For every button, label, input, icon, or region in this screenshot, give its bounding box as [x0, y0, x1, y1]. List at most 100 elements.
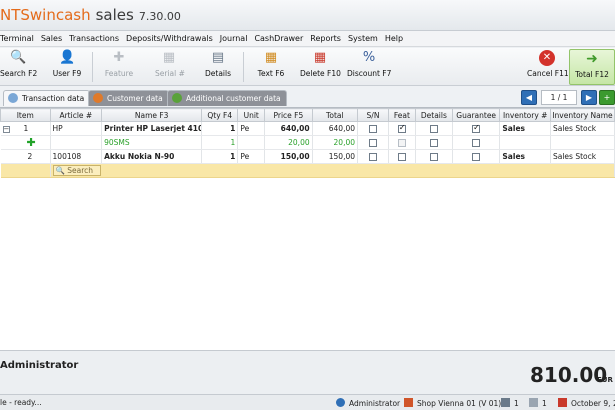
- previous-page-button[interactable]: ◀: [521, 90, 537, 105]
- feat-checkbox[interactable]: [397, 153, 406, 161]
- guarantee-checkbox[interactable]: [472, 153, 481, 161]
- page-indicator: 1 / 1: [541, 90, 577, 105]
- col-unit[interactable]: Unit: [237, 108, 266, 122]
- col-total[interactable]: Total: [311, 108, 359, 122]
- customer-icon: [93, 93, 103, 103]
- sn-checkbox[interactable]: [368, 153, 377, 161]
- cancel-button[interactable]: ✕ Cancel F11: [527, 50, 569, 84]
- shop-icon: [404, 398, 413, 407]
- unit-cell: [237, 135, 266, 150]
- menu-deposits-withdrawals[interactable]: Deposits/Withdrawals: [126, 34, 217, 43]
- menu-reports[interactable]: Reports: [310, 34, 345, 43]
- details-checkbox[interactable]: [429, 139, 438, 147]
- details-checkbox[interactable]: [429, 125, 438, 133]
- search-icon: 🔍: [10, 50, 27, 65]
- status-user-label: Administrator: [349, 399, 401, 408]
- tabs-row: Transaction data Customer data Additiona…: [0, 88, 615, 107]
- feature-button[interactable]: ✚ Feature: [104, 50, 134, 84]
- col-price[interactable]: Price F5: [264, 108, 313, 122]
- col-feat[interactable]: Feat: [387, 108, 416, 122]
- user-button[interactable]: 👤 User F9: [52, 50, 82, 84]
- feat-cell: [388, 149, 416, 164]
- col-inventory-name[interactable]: Inventory Name: [549, 108, 615, 122]
- arrow-right-icon: ▶: [585, 93, 593, 102]
- guarantee-cell: [452, 121, 501, 136]
- plus-icon[interactable]: ✚: [27, 137, 37, 148]
- serial-button[interactable]: ▦ Serial #: [155, 50, 185, 84]
- search-field-label: Search: [67, 166, 94, 175]
- menu-system[interactable]: System: [348, 34, 382, 43]
- details-checkbox[interactable]: [429, 153, 438, 161]
- price-cell: 640,00: [264, 121, 313, 136]
- menu-journal[interactable]: Journal: [220, 34, 252, 43]
- text-button[interactable]: ▦ Text F6: [256, 50, 286, 84]
- col-details[interactable]: Details: [414, 108, 453, 122]
- summary-panel: Administrator 810.00 EUR: [0, 350, 615, 394]
- title-bar: NTSwincash sales 7.30.00: [0, 0, 615, 31]
- col-guarantee[interactable]: Guarantee: [451, 108, 501, 122]
- unit-cell: Pe: [237, 121, 266, 136]
- guarantee-checkbox[interactable]: [472, 123, 481, 133]
- discount-button[interactable]: % Discount F7: [347, 50, 391, 84]
- table-header: Item Article # Name F3 Qty F4 Unit Price…: [0, 108, 615, 122]
- status-count-2-label: 1: [542, 399, 547, 408]
- toolbar-separator: [92, 52, 93, 82]
- details-button[interactable]: ▤ Details: [204, 50, 232, 84]
- status-count-2: 1: [529, 398, 547, 408]
- collapse-icon[interactable]: −: [2, 126, 10, 133]
- user-icon: 👤: [59, 50, 76, 65]
- grand-total: 810.00: [530, 363, 608, 387]
- total-button[interactable]: ➜ Total F12: [569, 49, 615, 85]
- sn-checkbox[interactable]: [368, 125, 377, 133]
- menu-help[interactable]: Help: [385, 34, 407, 43]
- col-article[interactable]: Article #: [49, 108, 103, 122]
- arrow-right-icon: ➜: [586, 51, 598, 67]
- qty-value: 1: [230, 124, 236, 133]
- delete-button[interactable]: ▦ Delete F10: [300, 50, 341, 84]
- guarantee-checkbox[interactable]: [472, 139, 481, 147]
- menu-terminal[interactable]: Terminal: [0, 34, 38, 43]
- user-icon: [336, 398, 345, 407]
- col-item[interactable]: Item: [0, 108, 51, 122]
- feat-checkbox[interactable]: [397, 139, 406, 147]
- table-row[interactable]: −1 HP Printer HP Laserjet 4100 1 Pe 640,…: [0, 121, 615, 136]
- col-inventory-no[interactable]: Inventory #: [499, 108, 551, 122]
- col-name[interactable]: Name F3: [101, 108, 203, 122]
- app-title: NTSwincash sales 7.30.00: [0, 6, 181, 24]
- tab-transaction-data[interactable]: Transaction data: [3, 90, 91, 106]
- status-date: October 9, 200: [558, 398, 615, 408]
- tab-additional-customer-data[interactable]: Additional customer data: [167, 90, 287, 106]
- tab-customer-data[interactable]: Customer data: [88, 90, 169, 106]
- next-page-button[interactable]: ▶: [581, 90, 597, 105]
- price-cell: 150,00: [264, 149, 313, 164]
- search-button-label: Search F2: [0, 69, 38, 78]
- sn-checkbox[interactable]: [368, 139, 377, 147]
- status-shop-label: Shop Vienna 01 (V 01): [417, 399, 502, 408]
- sn-cell: [357, 121, 389, 136]
- tab-additional-customer-data-label: Additional customer data: [186, 94, 281, 103]
- guarantee-cell: [452, 149, 501, 164]
- article-cell: 100108: [50, 149, 103, 164]
- search-field[interactable]: 🔍 Search: [52, 165, 101, 176]
- serial-button-label: Serial #: [155, 69, 185, 78]
- table-row[interactable]: ✚ 90SMS 1 20,00 20,00: [0, 135, 615, 150]
- search-icon: 🔍: [55, 166, 65, 175]
- inventory-name-cell: [550, 135, 615, 150]
- add-page-button[interactable]: +: [599, 90, 615, 105]
- total-cell: 20,00: [312, 135, 359, 150]
- menu-cashdrawer[interactable]: CashDrawer: [254, 34, 307, 43]
- user-button-label: User F9: [52, 69, 82, 78]
- col-sn[interactable]: S/N: [357, 108, 389, 122]
- feat-checkbox[interactable]: [397, 123, 406, 133]
- discount-icon: %: [362, 50, 376, 65]
- menu-transactions[interactable]: Transactions: [69, 34, 123, 43]
- search-row[interactable]: 🔍 Search: [0, 163, 615, 178]
- currency-label: EUR: [597, 376, 613, 384]
- col-qty[interactable]: Qty F4: [201, 108, 239, 122]
- calendar-icon: [558, 398, 567, 407]
- table-row[interactable]: 2 100108 Akku Nokia N-90 1 Pe 150,00 150…: [0, 149, 615, 164]
- name-cell: 90SMS: [101, 135, 203, 150]
- search-button[interactable]: 🔍 Search F2: [0, 50, 38, 84]
- menu-sales[interactable]: Sales: [41, 34, 66, 43]
- status-count-1: 1: [501, 398, 519, 408]
